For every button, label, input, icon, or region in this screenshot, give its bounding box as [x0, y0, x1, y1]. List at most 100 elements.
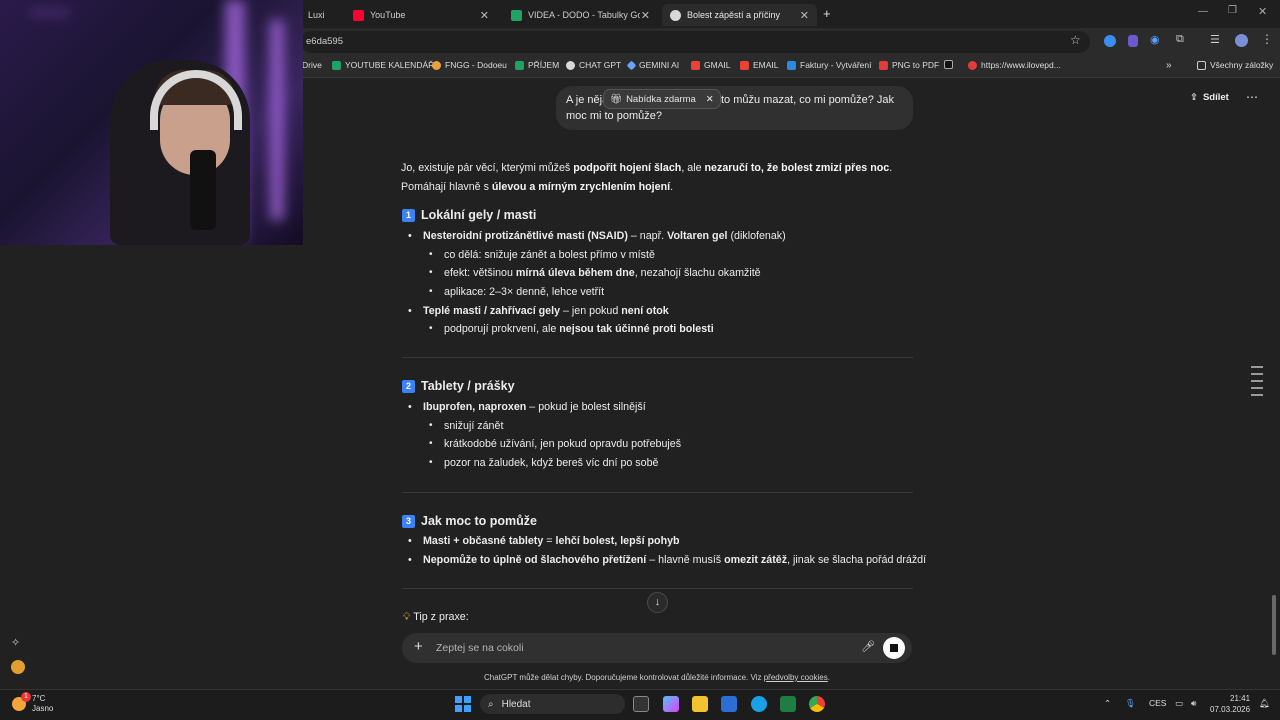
close-tab-icon[interactable]: ✕: [641, 9, 650, 22]
taskbar-search[interactable]: ⌕ Hledat: [480, 694, 625, 714]
offer-badge[interactable]: 🎁︎ Nabídka zdarma ✕: [604, 90, 720, 108]
lightbulb-icon: 💡︎: [403, 611, 411, 623]
bookmark-gmail[interactable]: GMAIL: [691, 60, 730, 70]
divider: [402, 588, 913, 589]
conversation-outline[interactable]: [1251, 366, 1263, 401]
bookmark-gemini[interactable]: GEMINI AI: [626, 60, 679, 70]
heart-icon: [968, 60, 977, 70]
puzzle-icon[interactable]: ⧉: [1176, 33, 1184, 46]
list-item: Teplé masti / zahřívací gely – jen pokud…: [408, 305, 669, 317]
tab-chatgpt[interactable]: Bolest zápěstí a příčiny ✕: [662, 4, 817, 26]
url-field[interactable]: e6da595: [300, 31, 1090, 53]
s-logo-icon: [944, 60, 953, 69]
stop-button[interactable]: [883, 637, 905, 659]
more-options-icon[interactable]: ⋯: [1246, 90, 1258, 104]
network-icon[interactable]: ▭: [1175, 698, 1183, 709]
divider: [402, 357, 913, 358]
search-icon: ⌕: [488, 698, 494, 710]
list-item: Nesteroidní protizánětlivé masti (NSAID)…: [408, 230, 786, 242]
sheets-icon: [515, 60, 524, 70]
cookie-preferences-link[interactable]: předvolby cookies: [764, 673, 828, 682]
faktury-icon: [787, 60, 796, 70]
list-item: Masti + občasné tablety = lehčí bolest, …: [408, 535, 680, 547]
outlook-icon[interactable]: [721, 696, 737, 712]
star-icon[interactable]: ☆: [1070, 33, 1081, 47]
all-bookmarks[interactable]: Všechny záložky: [1197, 60, 1273, 70]
bookmark-email[interactable]: EMAIL: [740, 60, 779, 70]
weather-widget[interactable]: 7°C Jasno: [12, 694, 53, 714]
sheets-icon: [511, 9, 522, 21]
bookmark-fngg[interactable]: FNGG - Dodoeu: [432, 60, 507, 70]
plus-icon[interactable]: +: [414, 638, 423, 655]
bookmark-youtube-kalendar[interactable]: YOUTUBE KALENDÁŘ: [332, 60, 434, 70]
number-2-icon: 2: [402, 379, 415, 393]
answer-intro: Jo, existuje pár věcí, kterými můžeš pod…: [401, 162, 893, 193]
list-item: podporují prokrvení, ale nejsou tak účin…: [429, 323, 714, 335]
divider: [402, 492, 913, 493]
tab-youtube[interactable]: YouTube ✕: [345, 4, 497, 26]
bookmark-png-to-pdf[interactable]: PNG to PDF: [879, 60, 939, 70]
fngg-icon: [432, 60, 441, 70]
terminal-icon[interactable]: [780, 696, 796, 712]
profile-avatar[interactable]: [1235, 34, 1248, 47]
email-icon: [740, 60, 749, 70]
new-tab-button[interactable]: +: [823, 6, 831, 21]
minimize-button[interactable]: —: [1198, 6, 1208, 17]
menu-list-icon[interactable]: ☰: [1210, 33, 1220, 46]
gmail-icon: [691, 60, 700, 70]
more-vert-icon[interactable]: ⋮: [1261, 32, 1273, 46]
gemini-icon: [626, 60, 637, 70]
sparkle-icon[interactable]: ✧: [11, 636, 20, 649]
list-item: co dělá: snižuje zánět a bolest přímo v …: [429, 249, 655, 261]
language-indicator[interactable]: CES: [1149, 698, 1166, 708]
tab-luxi[interactable]: Luxi: [300, 4, 340, 26]
notifications-icon[interactable]: 🔔︎: [1259, 698, 1270, 709]
list-item: pozor na žaludek, když bereš víc dní po …: [429, 457, 659, 469]
volume-icon[interactable]: 🔊︎: [1191, 698, 1196, 709]
chatgpt-icon: [566, 60, 575, 70]
copilot-icon[interactable]: [663, 696, 679, 712]
task-view-icon[interactable]: [633, 696, 649, 712]
list-item: aplikace: 2–3× denně, lehce vetřít: [429, 286, 604, 298]
scroll-down-button[interactable]: ↓: [647, 592, 668, 613]
maximize-button[interactable]: ❐: [1228, 5, 1237, 16]
chatgpt-icon: [670, 9, 681, 21]
scrollbar[interactable]: [1272, 595, 1276, 655]
user-avatar[interactable]: [11, 660, 25, 674]
share-icon: ⇪: [1190, 92, 1198, 103]
close-icon[interactable]: ✕: [706, 94, 714, 105]
chrome-icon[interactable]: [809, 696, 825, 712]
extension-icon[interactable]: [1104, 35, 1116, 47]
bookmark-ilovepdf[interactable]: https://www.ilovepd...: [968, 60, 1061, 70]
bookmark-prijem[interactable]: PŘÍJEM: [515, 60, 559, 70]
clock[interactable]: 21:41 07.03.2026: [1210, 693, 1250, 715]
file-explorer-icon[interactable]: [692, 696, 708, 712]
edge-icon[interactable]: [751, 696, 767, 712]
tray-chevron-icon[interactable]: ⌃: [1104, 698, 1111, 709]
prompt-input[interactable]: [436, 639, 836, 657]
list-item: efekt: většinou mírná úleva během dne, n…: [429, 267, 761, 279]
list-item: krátkodobé užívání, jen pokud opravdu po…: [429, 438, 681, 450]
bookmarks-overflow-icon[interactable]: »: [1166, 60, 1172, 71]
disclaimer: ChatGPT může dělat chyby. Doporučujeme k…: [484, 673, 830, 682]
composer: + 🎤︎: [402, 633, 912, 663]
bookmark-chatgpt[interactable]: CHAT GPT: [566, 60, 621, 70]
list-item: snižují zánět: [429, 420, 504, 432]
close-tab-icon[interactable]: ✕: [800, 9, 809, 22]
bookmark-faktury[interactable]: Faktury - Vytváření: [787, 60, 871, 70]
tray-mic-icon[interactable]: 🎙︎: [1125, 698, 1136, 709]
microphone-icon[interactable]: 🎤︎: [861, 640, 875, 653]
close-tab-icon[interactable]: ✕: [480, 9, 489, 22]
section-heading-2: 2 Tablety / prášky: [402, 379, 515, 393]
windows-start-icon[interactable]: [455, 696, 471, 712]
tab-sheets[interactable]: VIDEA - DODO - Tabulky Googl ✕: [503, 4, 658, 26]
number-1-icon: 1: [402, 208, 415, 222]
close-window-button[interactable]: ✕: [1258, 5, 1267, 18]
bookmark-drive[interactable]: Drive: [302, 60, 322, 70]
share-button[interactable]: ⇪ Sdílet: [1190, 92, 1229, 103]
notification-badge: 1: [21, 692, 31, 702]
tip-line: 💡︎ Tip z praxe:: [403, 611, 469, 623]
extension-icon[interactable]: [1128, 35, 1138, 47]
audio-icon[interactable]: ◉: [1150, 33, 1160, 46]
bookmark-s[interactable]: [944, 60, 957, 69]
